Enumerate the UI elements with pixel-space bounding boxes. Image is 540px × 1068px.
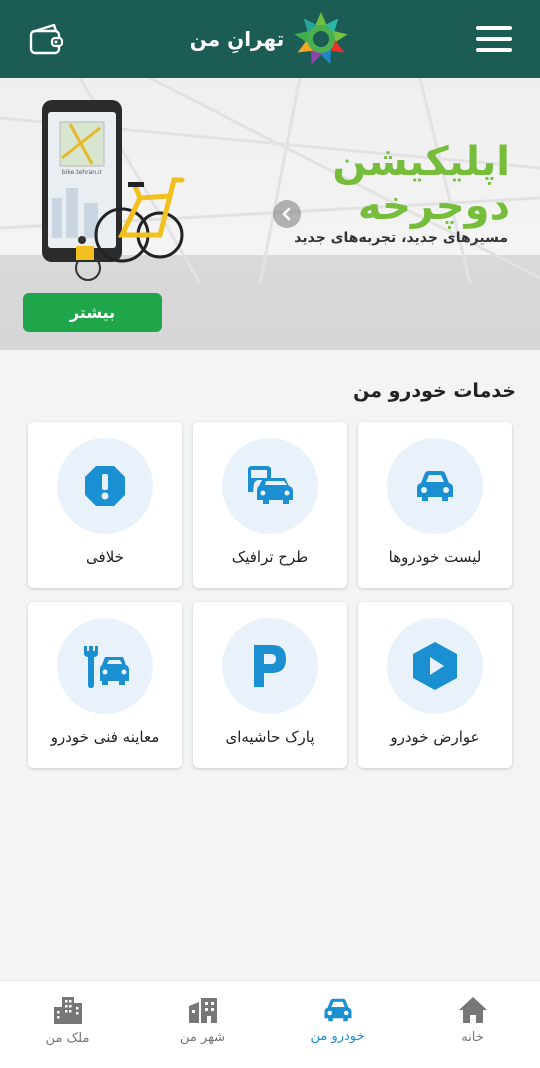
toll-icon <box>413 642 457 690</box>
services-grid: لیست خودروها طرح ترافیک خلافی عوارض خودر… <box>28 422 512 772</box>
inspection-icon <box>84 646 129 688</box>
chevron-left-icon <box>282 207 291 221</box>
service-icon-circle <box>222 438 318 534</box>
app-header: تهرانِ من <box>0 0 540 78</box>
service-card-traffic-plan[interactable]: طرح ترافیک <box>193 422 347 588</box>
hamburger-icon <box>476 26 512 52</box>
phone-url: bike.tehran.ir <box>62 169 103 176</box>
service-label: طرح ترافیک <box>231 548 309 566</box>
brand-name: تهرانِ من <box>189 27 285 51</box>
service-card-car-list[interactable]: لیست خودروها <box>358 422 512 588</box>
section-title: خدمات خودرو من <box>353 380 516 402</box>
wallet-icon <box>29 23 64 55</box>
home-icon <box>458 997 487 1023</box>
service-label: لیست خودروها <box>388 548 482 566</box>
banner-title-line2: دوچرخه <box>357 183 510 229</box>
nav-my-property[interactable]: ملک من <box>0 981 135 1068</box>
service-card-technical-inspection[interactable]: معاینه فنی خودرو <box>28 602 182 768</box>
promo-banner[interactable]: bike.tehran.ir اپلیکیشن دوچرخه مسیرهای ج… <box>0 78 540 350</box>
banner-title-line1: اپلیکیشن <box>332 139 510 185</box>
menu-button[interactable] <box>474 19 514 59</box>
banner-prev-button[interactable] <box>273 200 301 228</box>
city-icon <box>188 998 217 1023</box>
service-card-violations[interactable]: خلافی <box>28 422 182 588</box>
banner-title: اپلیکیشن دوچرخه <box>332 140 510 228</box>
building-icon <box>53 997 82 1024</box>
wallet-button[interactable] <box>26 19 66 59</box>
service-label: پارک حاشیه‌ای <box>225 728 315 746</box>
service-icon-circle <box>387 438 483 534</box>
nav-my-city[interactable]: شهر من <box>135 981 270 1068</box>
service-card-vehicle-tolls[interactable]: عوارض خودرو <box>358 602 512 768</box>
parking-icon <box>254 645 286 687</box>
service-label: عوارض خودرو <box>390 728 480 746</box>
service-icon-circle <box>57 438 153 534</box>
nav-label: ملک من <box>45 1031 90 1046</box>
violation-icon <box>85 466 125 506</box>
more-button[interactable]: بیشتر <box>23 293 162 332</box>
nav-label: خانه <box>461 1030 484 1045</box>
service-icon-circle <box>387 618 483 714</box>
banner-subtitle: مسیرهای جدید، تجربه‌های جدید <box>294 230 508 246</box>
traffic-icon <box>248 466 293 504</box>
service-icon-circle <box>222 618 318 714</box>
nav-my-car[interactable]: خودرو من <box>270 981 405 1068</box>
bottom-nav: خانه خودرو من شهر من ملک من <box>0 980 540 1068</box>
brand: تهرانِ من <box>190 10 350 68</box>
car-icon <box>324 998 351 1022</box>
nav-home[interactable]: خانه <box>405 981 540 1068</box>
service-card-street-parking[interactable]: پارک حاشیه‌ای <box>193 602 347 768</box>
service-label: خلافی <box>86 548 124 566</box>
service-label: معاینه فنی خودرو <box>50 728 160 746</box>
tehran-logo-icon <box>294 12 348 65</box>
car-icon <box>417 471 453 501</box>
nav-label: شهر من <box>179 1030 226 1045</box>
service-icon-circle <box>57 618 153 714</box>
nav-label: خودرو من <box>310 1029 365 1044</box>
